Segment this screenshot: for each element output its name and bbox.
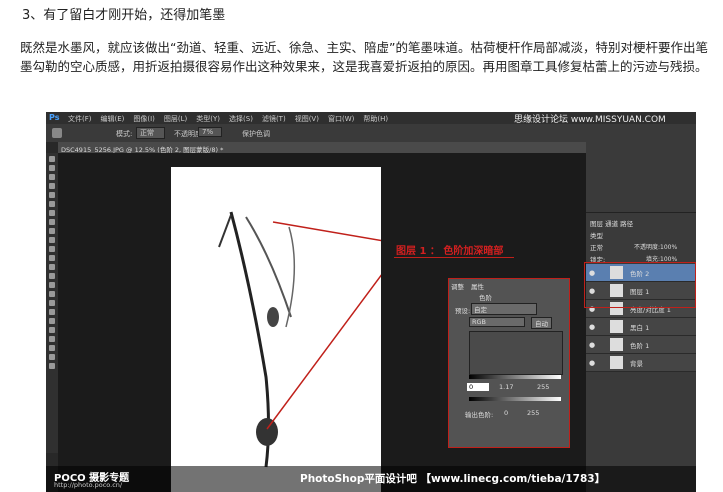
- tool-icon[interactable]: [49, 336, 55, 342]
- layer-name: 黑白 1: [630, 324, 650, 332]
- layer-thumbnail: [610, 338, 623, 351]
- preset-label: 预设:: [455, 307, 471, 315]
- tool-icon[interactable]: [49, 282, 55, 288]
- layers-tab[interactable]: 图层: [590, 220, 603, 228]
- eye-icon[interactable]: ●: [589, 359, 595, 367]
- mode-label: 模式:: [116, 130, 133, 138]
- eye-icon[interactable]: ●: [589, 341, 595, 349]
- adj-title: 色阶: [479, 294, 492, 302]
- layer-name: 色阶 1: [630, 342, 650, 350]
- tool-icon[interactable]: [49, 345, 55, 351]
- tool-icon[interactable]: [49, 174, 55, 180]
- layer-opacity-value[interactable]: 100%: [660, 244, 677, 251]
- menu-item[interactable]: 图像(I): [133, 115, 155, 123]
- output-gradient[interactable]: [469, 397, 561, 401]
- photoshop-screenshot: Ps 文件(F) 编辑(E) 图像(I) 图层(L) 类型(Y) 选择(S) 滤镜(T) 视图…: [46, 112, 696, 492]
- layer-highlight-box: [584, 262, 696, 308]
- document-tab[interactable]: DSC4915_5256.JPG @ 12.5% (色阶 2, 图层蒙版/8) …: [58, 142, 598, 154]
- input-black[interactable]: 0: [467, 383, 489, 391]
- menu-item[interactable]: 视图(V): [295, 115, 319, 123]
- step-title: 3、有了留白才刚开始，还得加笔墨: [22, 8, 226, 23]
- layer-thumbnail: [610, 356, 623, 369]
- menu-items: 文件(F) 编辑(E) 图像(I) 图层(L) 类型(Y) 选择(S) 滤镜(T) 视图(V)…: [68, 114, 397, 124]
- tool-icon[interactable]: [49, 237, 55, 243]
- tool-icon[interactable]: [49, 273, 55, 279]
- credit-watermark: PhotoShop平面设计吧 【www.linecg.com/tieba/178…: [300, 473, 606, 485]
- paths-tab[interactable]: 路径: [620, 220, 633, 228]
- menu-item[interactable]: 窗口(W): [328, 115, 354, 123]
- article-paragraph: 既然是水墨风，就应该做出“劲道、轻重、远近、徐急、主实、陪虚”的笔墨味道。枯荷梗…: [20, 40, 708, 74]
- adjustments-panel: 调整 属性 色阶 预设: 自定 RGB 自动 0 1.17 255 输出色阶: …: [448, 278, 570, 448]
- tool-icon[interactable]: [49, 291, 55, 297]
- input-gradient[interactable]: [469, 375, 561, 379]
- tools-panel: [46, 153, 58, 453]
- input-white[interactable]: 255: [537, 383, 549, 391]
- right-dock: 图层 通道 路径 类型 正常 不透明度:100% 锁定: 填充:100% ● 色阶…: [586, 142, 696, 492]
- layer-opacity[interactable]: 不透明度:100%: [634, 242, 677, 251]
- menu-item[interactable]: 选择(S): [229, 115, 253, 123]
- layer-opacity-label: 不透明度:: [634, 244, 661, 251]
- poco-url: http://photo.poco.cn/: [54, 481, 123, 489]
- menu-item[interactable]: 滤镜(T): [262, 115, 286, 123]
- input-gamma[interactable]: 1.17: [499, 383, 513, 391]
- tool-icon[interactable]: [49, 318, 55, 324]
- tool-icon[interactable]: [49, 165, 55, 171]
- menu-bar: Ps 文件(F) 编辑(E) 图像(I) 图层(L) 类型(Y) 选择(S) 滤镜(T) 视图…: [46, 112, 696, 125]
- protect-tone-checkbox[interactable]: 保护色调: [242, 129, 270, 139]
- mode-select[interactable]: 正常: [136, 127, 165, 139]
- tool-icon[interactable]: [49, 192, 55, 198]
- tool-icon[interactable]: [49, 327, 55, 333]
- layer-row[interactable]: ● 背景: [586, 354, 696, 372]
- dock-divider: [586, 212, 696, 213]
- menu-item[interactable]: 帮助(H): [363, 115, 388, 123]
- layer-kind[interactable]: 类型: [590, 230, 603, 240]
- tool-preset-icon[interactable]: [52, 128, 62, 138]
- output-white[interactable]: 255: [527, 409, 539, 417]
- tool-icon[interactable]: [49, 264, 55, 270]
- tool-icon[interactable]: [49, 246, 55, 252]
- adj-tab-properties[interactable]: 属性: [471, 281, 484, 291]
- menu-item[interactable]: 图层(L): [164, 115, 187, 123]
- tool-icon[interactable]: [49, 183, 55, 189]
- ps-logo: Ps: [49, 113, 60, 122]
- blend-mode-select[interactable]: 正常: [590, 242, 603, 252]
- tool-icon[interactable]: [49, 300, 55, 306]
- layer-row[interactable]: ● 黑白 1: [586, 318, 696, 336]
- menu-item[interactable]: 类型(Y): [196, 115, 220, 123]
- opacity-input[interactable]: 7%: [198, 127, 223, 137]
- adj-tab-adjust[interactable]: 调整: [451, 281, 464, 291]
- layer-row[interactable]: ● 色阶 1: [586, 336, 696, 354]
- tool-icon[interactable]: [49, 363, 55, 369]
- lotus-stem-image: [218, 211, 432, 468]
- histogram: [469, 331, 563, 375]
- tool-icon[interactable]: [49, 219, 55, 225]
- eye-icon[interactable]: ●: [589, 323, 595, 331]
- layers-tabs: 图层 通道 路径: [590, 218, 633, 228]
- tool-icon[interactable]: [49, 201, 55, 207]
- channels-tab[interactable]: 通道: [605, 220, 618, 228]
- tool-icon[interactable]: [49, 156, 55, 162]
- document-canvas[interactable]: [171, 167, 432, 492]
- layer-name: 背景: [630, 360, 643, 368]
- tool-icon[interactable]: [49, 255, 55, 261]
- menu-item[interactable]: 文件(F): [68, 115, 92, 123]
- tool-icon[interactable]: [49, 309, 55, 315]
- output-black[interactable]: 0: [504, 409, 508, 417]
- preset-select[interactable]: 自定: [471, 303, 537, 315]
- annotation-label: 图层 1 ： 色阶加深暗部: [396, 246, 504, 257]
- tool-icon[interactable]: [49, 354, 55, 360]
- layer-thumbnail: [610, 320, 623, 333]
- annotation-underline: [394, 257, 514, 258]
- options-bar: 模式: 正常 不透明度: 7% 保护色调: [46, 124, 696, 142]
- channel-select[interactable]: RGB: [469, 317, 525, 327]
- tool-icon[interactable]: [49, 228, 55, 234]
- tool-icon[interactable]: [49, 210, 55, 216]
- output-label: 输出色阶:: [465, 411, 494, 419]
- auto-button[interactable]: 自动: [531, 317, 552, 329]
- menu-item[interactable]: 编辑(E): [101, 115, 125, 123]
